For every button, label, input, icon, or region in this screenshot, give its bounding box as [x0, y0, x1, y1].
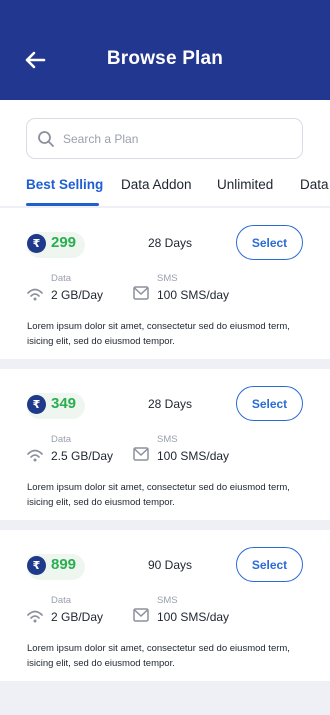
search-and-tabs-panel: Best Selling Data Addon Unlimited Data: [0, 100, 330, 206]
price-badge: ₹ 899: [27, 554, 85, 580]
price-badge: ₹ 299: [27, 232, 85, 258]
plan-card: ₹ 899 90 Days Select Data 2 GB/Day SMS 1…: [0, 530, 330, 681]
sms-value: 100 SMS/day: [157, 610, 230, 624]
plan-tabs: Best Selling Data Addon Unlimited Data: [0, 174, 330, 206]
sms-value: 100 SMS/day: [157, 449, 230, 463]
search-bar[interactable]: [26, 118, 303, 159]
plan-price: 899: [51, 556, 77, 573]
plan-card: ₹ 299 28 Days Select Data 2 GB/Day SMS 1…: [0, 208, 330, 359]
page-title: Browse Plan: [106, 48, 224, 69]
rupee-icon: ₹: [27, 234, 46, 253]
rupee-icon: ₹: [27, 395, 46, 414]
tab-data-addon[interactable]: Data Addon: [121, 177, 192, 192]
sms-value: 100 SMS/day: [157, 288, 230, 302]
data-label: Data: [51, 595, 72, 606]
price-badge: ₹ 349: [27, 393, 85, 419]
plan-card: ₹ 349 28 Days Select Data 2.5 GB/Day SMS…: [0, 369, 330, 520]
select-plan-button[interactable]: Select: [236, 386, 303, 421]
plan-validity: 28 Days: [148, 236, 193, 250]
app-header: Browse Plan: [0, 0, 330, 100]
data-label: Data: [51, 273, 72, 284]
select-plan-button[interactable]: Select: [236, 547, 303, 582]
active-tab-indicator: [26, 203, 99, 206]
message-icon: [133, 286, 151, 302]
rupee-icon: ₹: [27, 556, 46, 575]
plan-description: Lorem ipsum dolor sit amet, consectetur …: [27, 482, 290, 508]
search-icon: [37, 130, 55, 148]
wifi-icon: [26, 286, 44, 302]
plan-price: 299: [51, 234, 77, 251]
plan-description: Lorem ipsum dolor sit amet, consectetur …: [27, 643, 290, 669]
plan-description: Lorem ipsum dolor sit amet, consectetur …: [27, 321, 290, 347]
data-value: 2 GB/Day: [51, 288, 104, 302]
message-icon: [133, 608, 151, 624]
plan-validity: 90 Days: [148, 558, 193, 572]
data-value: 2.5 GB/Day: [51, 449, 114, 463]
tab-unlimited[interactable]: Unlimited: [217, 177, 273, 192]
sms-label: SMS: [157, 434, 178, 445]
sms-label: SMS: [157, 273, 178, 284]
sms-label: SMS: [157, 595, 178, 606]
message-icon: [133, 447, 151, 463]
search-input[interactable]: [63, 131, 283, 146]
wifi-icon: [26, 447, 44, 463]
wifi-icon: [26, 608, 44, 624]
tab-data[interactable]: Data: [300, 177, 329, 192]
tab-best-selling[interactable]: Best Selling: [26, 177, 103, 192]
plan-price: 349: [51, 395, 77, 412]
data-value: 2 GB/Day: [51, 610, 104, 624]
data-label: Data: [51, 434, 72, 445]
plan-validity: 28 Days: [148, 397, 193, 411]
select-plan-button[interactable]: Select: [236, 225, 303, 260]
